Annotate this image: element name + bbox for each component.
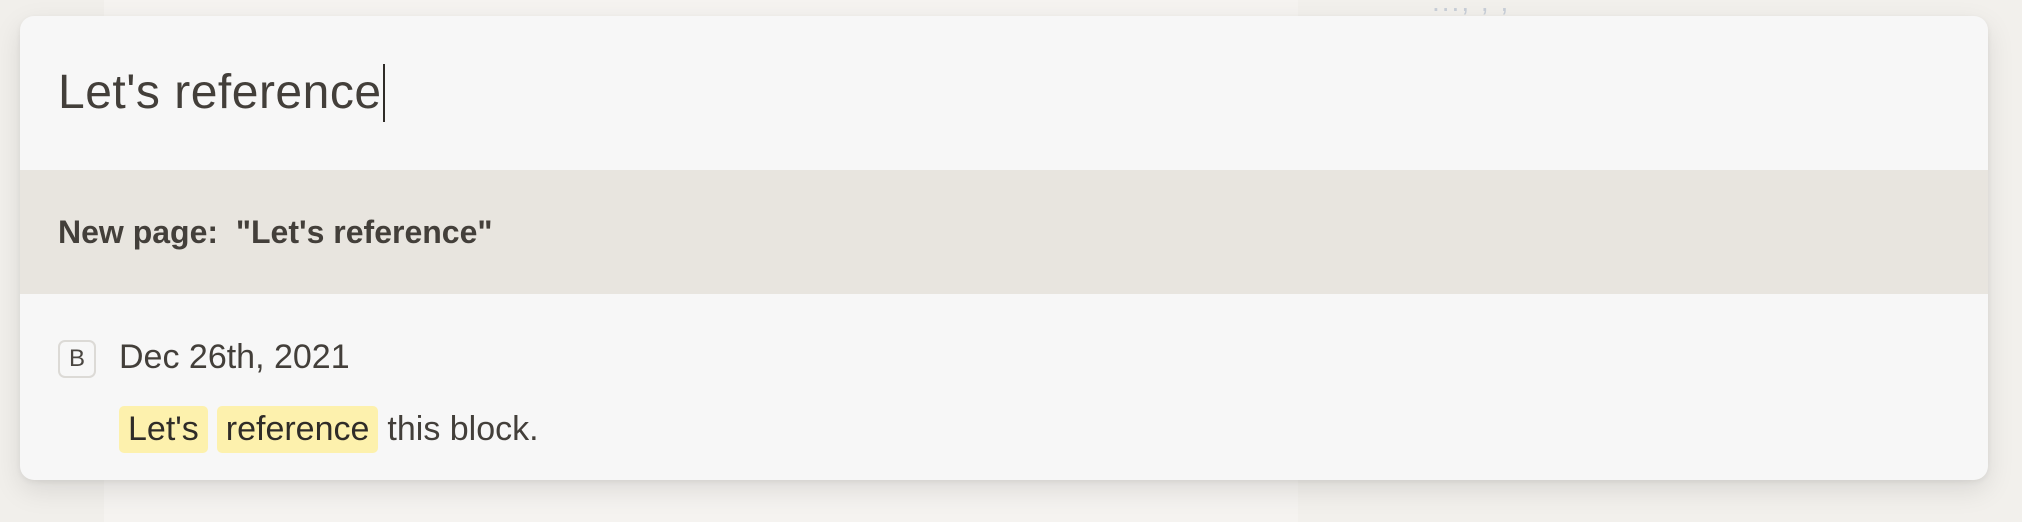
new-page-label: New page: "Let's reference" — [58, 213, 493, 250]
text-caret — [382, 64, 385, 122]
result-page-title: Dec 26th, 2021 — [119, 338, 350, 376]
highlighted-match: reference — [216, 406, 379, 453]
result-snippet: Let's reference this block. — [119, 406, 539, 453]
new-page-option[interactable]: New page: "Let's reference" — [20, 170, 1988, 294]
search-result-item[interactable]: B Dec 26th, 2021 Let's reference this bl… — [20, 294, 1988, 480]
block-icon-letter: B — [68, 345, 85, 372]
highlighted-match: Let's — [119, 406, 208, 453]
search-query-text: Let's reference — [58, 66, 382, 119]
block-icon: B — [58, 340, 96, 378]
search-modal: Let's reference New page: "Let's referen… — [20, 16, 1988, 480]
snippet-rest-text: this block. — [387, 410, 539, 448]
search-input[interactable]: Let's reference — [58, 64, 385, 122]
search-row[interactable]: Let's reference — [20, 16, 1988, 170]
